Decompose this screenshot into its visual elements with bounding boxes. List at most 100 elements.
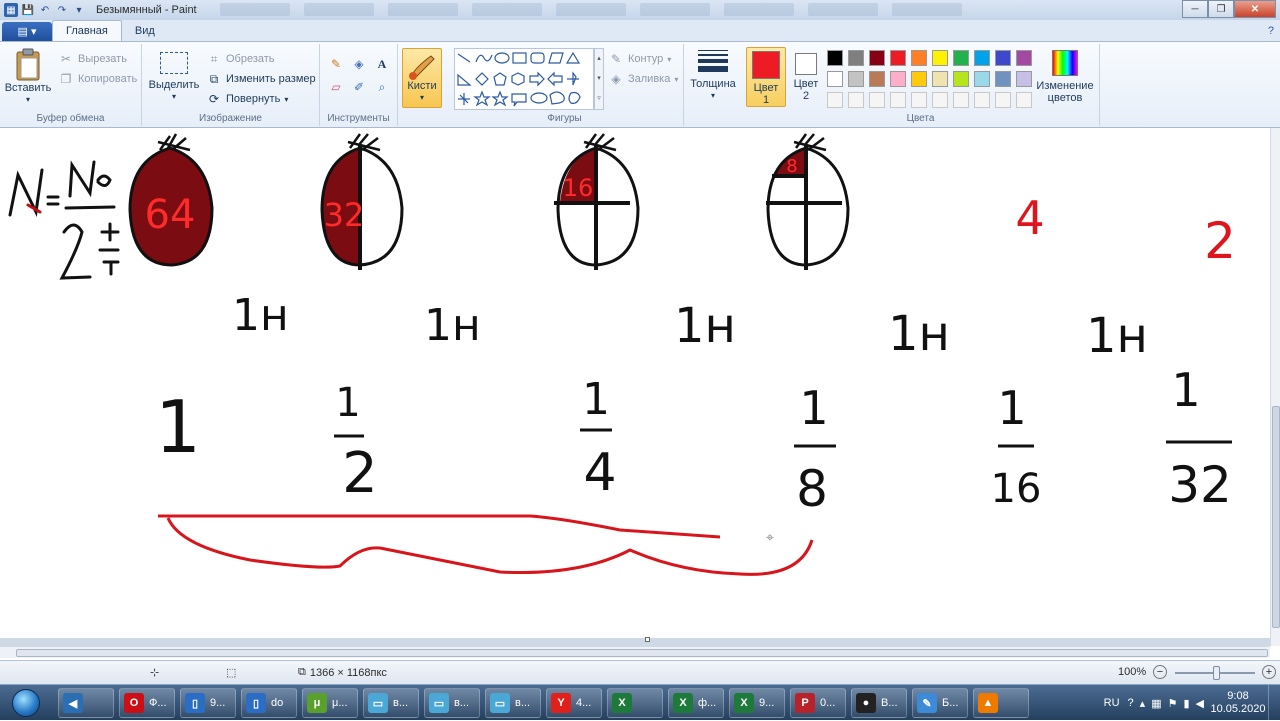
cut-button[interactable]: ✂ Вырезать: [58, 51, 127, 67]
palette-color-swatch[interactable]: [848, 92, 864, 108]
vertical-scroll-thumb[interactable]: [1272, 406, 1280, 628]
palette-color-swatch[interactable]: [1016, 71, 1032, 87]
dropdown-icon[interactable]: ▾: [72, 3, 86, 17]
palette-color-swatch[interactable]: [1016, 92, 1032, 108]
palette-color-swatch[interactable]: [890, 71, 906, 87]
palette-color-swatch[interactable]: [1016, 50, 1032, 66]
palette-color-swatch[interactable]: [974, 92, 990, 108]
palette-color-swatch[interactable]: [827, 71, 843, 87]
palette-color-swatch[interactable]: [827, 92, 843, 108]
pencil-icon[interactable]: ✎: [326, 54, 346, 74]
palette-color-swatch[interactable]: [953, 50, 969, 66]
taskbar-button[interactable]: P 0...: [790, 688, 846, 718]
taskbar-button[interactable]: μ μ...: [302, 688, 358, 718]
select-button[interactable]: Выделить ▾: [148, 52, 200, 103]
redo-icon[interactable]: ↷: [55, 3, 69, 17]
eraser-icon[interactable]: ▱: [326, 77, 346, 97]
paste-button[interactable]: Вставить ▾: [5, 48, 51, 106]
rotate-button[interactable]: ⟳ Повернуть ▾: [206, 91, 288, 107]
palette-color-swatch[interactable]: [848, 50, 864, 66]
palette-color-swatch[interactable]: [932, 92, 948, 108]
palette-color-swatch[interactable]: [848, 71, 864, 87]
fill-bucket-icon[interactable]: ◈: [349, 54, 369, 74]
vertical-scrollbar[interactable]: [1270, 128, 1280, 646]
palette-color-swatch[interactable]: [911, 71, 927, 87]
palette-color-swatch[interactable]: [974, 71, 990, 87]
color-picker-icon[interactable]: ✐: [349, 77, 369, 97]
taskbar-button[interactable]: ● В...: [851, 688, 907, 718]
taskbar-button[interactable]: Xф...: [668, 688, 724, 718]
horizontal-scroll-thumb[interactable]: [16, 649, 1268, 657]
taskbar-button[interactable]: ▭ в...: [363, 688, 419, 718]
color2-button[interactable]: Цвет 2: [786, 47, 826, 107]
palette-color-swatch[interactable]: [869, 50, 885, 66]
canvas-drawing[interactable]: N₀ 64 32 16: [0, 128, 1270, 638]
clock[interactable]: 9:08 10.05.2020: [1208, 690, 1268, 716]
volume-icon[interactable]: ◀: [1196, 697, 1204, 710]
palette-color-swatch[interactable]: [911, 92, 927, 108]
palette-color-swatch[interactable]: [953, 71, 969, 87]
resize-button[interactable]: ⧉ Изменить размер: [206, 71, 316, 87]
canvas-resize-handle[interactable]: [645, 637, 650, 642]
save-icon[interactable]: 💾: [21, 3, 35, 17]
start-button[interactable]: [4, 687, 48, 719]
color1-button[interactable]: Цвет 1: [746, 47, 786, 107]
tab-view[interactable]: Вид: [122, 20, 168, 41]
palette-color-swatch[interactable]: [869, 92, 885, 108]
paint-app-icon[interactable]: ▦: [4, 3, 18, 17]
magnifier-icon[interactable]: ⌕: [372, 77, 392, 97]
palette-color-swatch[interactable]: [911, 50, 927, 66]
taskbar-button[interactable]: Y 4...: [546, 688, 602, 718]
help-icon[interactable]: ?: [1268, 23, 1274, 39]
palette-color-swatch[interactable]: [995, 92, 1011, 108]
outline-button[interactable]: ✎ Контур ▾: [608, 51, 671, 67]
show-desktop-button[interactable]: [1268, 685, 1280, 721]
zoom-slider-knob[interactable]: [1213, 666, 1220, 680]
palette-color-swatch[interactable]: [974, 50, 990, 66]
crop-button[interactable]: ⌗ Обрезать: [206, 51, 275, 67]
maximize-button[interactable]: ❐: [1208, 0, 1234, 18]
palette-color-swatch[interactable]: [995, 71, 1011, 87]
taskbar-button[interactable]: ▲: [973, 688, 1029, 718]
palette-color-swatch[interactable]: [932, 50, 948, 66]
brushes-button[interactable]: Кисти ▾: [402, 48, 442, 108]
taskbar-button[interactable]: ▭ в...: [485, 688, 541, 718]
palette-color-swatch[interactable]: [953, 92, 969, 108]
taskbar-button[interactable]: ▯ do: [241, 688, 297, 718]
size-button[interactable]: Толщина ▾: [688, 50, 738, 102]
shapes-gallery[interactable]: [454, 48, 594, 110]
palette-color-swatch[interactable]: [890, 92, 906, 108]
power-icon[interactable]: ▮: [1183, 697, 1189, 710]
minimize-button[interactable]: ─: [1182, 0, 1208, 18]
fill-button[interactable]: ◈ Заливка ▾: [608, 71, 678, 87]
taskbar-button[interactable]: ✎ Б...: [912, 688, 968, 718]
drawing-canvas[interactable]: N₀ 64 32 16: [0, 128, 1270, 638]
close-button[interactable]: ✕: [1234, 0, 1276, 18]
palette-color-swatch[interactable]: [869, 71, 885, 87]
taskbar-button[interactable]: ▭ в...: [424, 688, 480, 718]
horizontal-scrollbar[interactable]: [0, 646, 1270, 658]
help-icon[interactable]: ?: [1128, 697, 1134, 709]
palette-color-swatch[interactable]: [890, 50, 906, 66]
text-icon[interactable]: A: [372, 54, 392, 74]
copy-button[interactable]: ❐ Копировать: [58, 71, 138, 87]
palette-color-swatch[interactable]: [932, 71, 948, 87]
taskbar-button[interactable]: ▯ 9...: [180, 688, 236, 718]
undo-icon[interactable]: ↶: [38, 3, 52, 17]
palette-color-swatch[interactable]: [995, 50, 1011, 66]
flag-icon[interactable]: ⚑: [1168, 697, 1178, 710]
taskbar-button[interactable]: X 9...: [729, 688, 785, 718]
zoom-in-button[interactable]: +: [1262, 665, 1276, 679]
tray-expand-icon[interactable]: ▴: [1140, 697, 1146, 710]
network-icon[interactable]: ▦: [1151, 697, 1161, 710]
edit-colors-button[interactable]: Изменение цветов: [1032, 50, 1098, 104]
taskbar-button[interactable]: X: [607, 688, 663, 718]
paint-menu-button[interactable]: ▤ ▾: [2, 22, 52, 41]
shapes-scroll[interactable]: ▴ ▾ ▿: [594, 48, 604, 110]
language-indicator[interactable]: RU: [1104, 697, 1120, 709]
taskbar-button[interactable]: O Ф...: [119, 688, 175, 718]
taskbar-button[interactable]: ◀: [58, 688, 114, 718]
tab-home[interactable]: Главная: [52, 20, 122, 41]
zoom-out-button[interactable]: −: [1153, 665, 1167, 679]
palette-color-swatch[interactable]: [827, 50, 843, 66]
